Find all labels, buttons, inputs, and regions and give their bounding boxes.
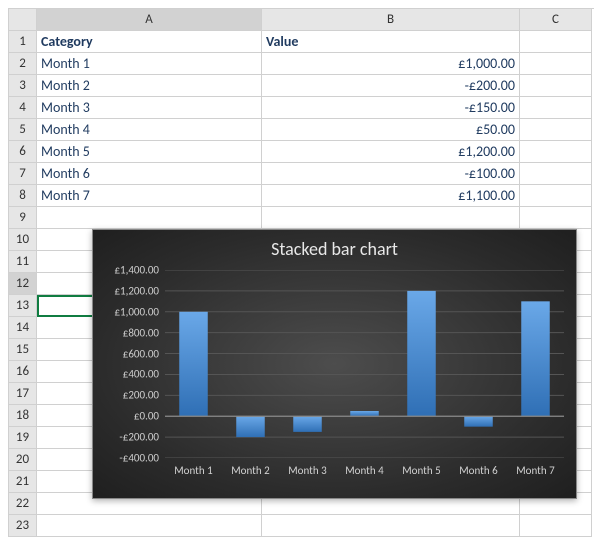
chart-bar: [293, 416, 322, 432]
row-header[interactable]: 20: [9, 449, 37, 471]
row-header[interactable]: 15: [9, 339, 37, 361]
col-header-C[interactable]: C: [520, 9, 592, 31]
row-header[interactable]: 12: [9, 273, 37, 295]
cell[interactable]: Month 6: [37, 163, 262, 185]
row-header[interactable]: 18: [9, 405, 37, 427]
cell[interactable]: Month 5: [37, 141, 262, 163]
row-header[interactable]: 23: [9, 515, 37, 537]
col-header-B[interactable]: B: [262, 9, 520, 31]
cell[interactable]: Month 7: [37, 185, 262, 207]
cell[interactable]: Month 2: [37, 75, 262, 97]
cell[interactable]: £1,000.00: [262, 53, 520, 75]
cell[interactable]: [520, 53, 592, 75]
cell[interactable]: [262, 207, 520, 229]
y-tick-label: £400.00: [123, 368, 159, 381]
cell[interactable]: [520, 185, 592, 207]
embedded-chart[interactable]: Stacked bar chart £1,400.00 £1,200.00 £1,0…: [92, 229, 577, 499]
y-tick-label: £1,000.00: [114, 305, 159, 318]
cell[interactable]: Month 3: [37, 97, 262, 119]
chart-bar: [236, 416, 265, 437]
cell[interactable]: -£200.00: [262, 75, 520, 97]
row-header[interactable]: 2: [9, 53, 37, 75]
cell[interactable]: [520, 141, 592, 163]
row-header[interactable]: 8: [9, 185, 37, 207]
cell[interactable]: -£150.00: [262, 97, 520, 119]
x-tick-label: Month 7: [507, 458, 564, 484]
x-tick-label: Month 2: [222, 458, 279, 484]
row-header[interactable]: 11: [9, 251, 37, 273]
x-tick-label: Month 3: [279, 458, 336, 484]
row-header[interactable]: 17: [9, 383, 37, 405]
y-tick-label: £1,400.00: [114, 264, 159, 277]
x-tick-label: Month 6: [450, 458, 507, 484]
row-header[interactable]: 22: [9, 493, 37, 515]
cell[interactable]: [520, 515, 592, 537]
cell[interactable]: Value: [262, 31, 520, 53]
chart-plot-area: [165, 270, 564, 458]
y-tick-label: £600.00: [123, 347, 159, 360]
cell[interactable]: Category: [37, 31, 262, 53]
row-header[interactable]: 3: [9, 75, 37, 97]
cell[interactable]: £1,200.00: [262, 141, 520, 163]
cell[interactable]: [520, 97, 592, 119]
y-tick-label: £0.00: [134, 410, 159, 423]
cell[interactable]: Month 4: [37, 119, 262, 141]
select-all-corner[interactable]: [9, 9, 37, 31]
x-tick-label: Month 4: [336, 458, 393, 484]
cell[interactable]: [520, 207, 592, 229]
y-tick-label: £1,200.00: [114, 284, 159, 297]
cell[interactable]: [37, 207, 262, 229]
y-tick-label: £800.00: [123, 326, 159, 339]
y-tick-label: -£400.00: [119, 452, 159, 465]
row-header[interactable]: 4: [9, 97, 37, 119]
row-header[interactable]: 6: [9, 141, 37, 163]
cell[interactable]: [520, 75, 592, 97]
y-tick-label: £200.00: [123, 389, 159, 402]
chart-y-axis: £1,400.00£1,200.00£1,000.00£800.00£600.0…: [93, 270, 163, 458]
x-tick-label: Month 1: [165, 458, 222, 484]
chart-x-axis: Month 1Month 2Month 3Month 4Month 5Month…: [165, 458, 564, 484]
cell[interactable]: [37, 515, 262, 537]
row-header[interactable]: 1: [9, 31, 37, 53]
chart-bar: [350, 411, 379, 416]
row-header[interactable]: 14: [9, 317, 37, 339]
row-header[interactable]: 9: [9, 207, 37, 229]
y-tick-label: -£200.00: [119, 431, 159, 444]
row-header[interactable]: 21: [9, 471, 37, 493]
cell[interactable]: £50.00: [262, 119, 520, 141]
row-header[interactable]: 16: [9, 361, 37, 383]
cell[interactable]: [520, 163, 592, 185]
row-header[interactable]: 19: [9, 427, 37, 449]
chart-bar: [464, 416, 493, 426]
row-header[interactable]: 7: [9, 163, 37, 185]
row-header[interactable]: 10: [9, 229, 37, 251]
chart-title: Stacked bar chart: [93, 230, 576, 262]
chart-bar: [179, 312, 208, 416]
cell[interactable]: [262, 515, 520, 537]
cell[interactable]: [520, 119, 592, 141]
cell[interactable]: £1,100.00: [262, 185, 520, 207]
cell[interactable]: -£100.00: [262, 163, 520, 185]
cell[interactable]: Month 1: [37, 53, 262, 75]
x-tick-label: Month 5: [393, 458, 450, 484]
cell[interactable]: [520, 31, 592, 53]
row-header[interactable]: 13: [9, 295, 37, 317]
row-header[interactable]: 5: [9, 119, 37, 141]
col-header-A[interactable]: A: [37, 9, 262, 31]
chart-bar: [521, 301, 550, 416]
chart-bar: [407, 291, 436, 416]
